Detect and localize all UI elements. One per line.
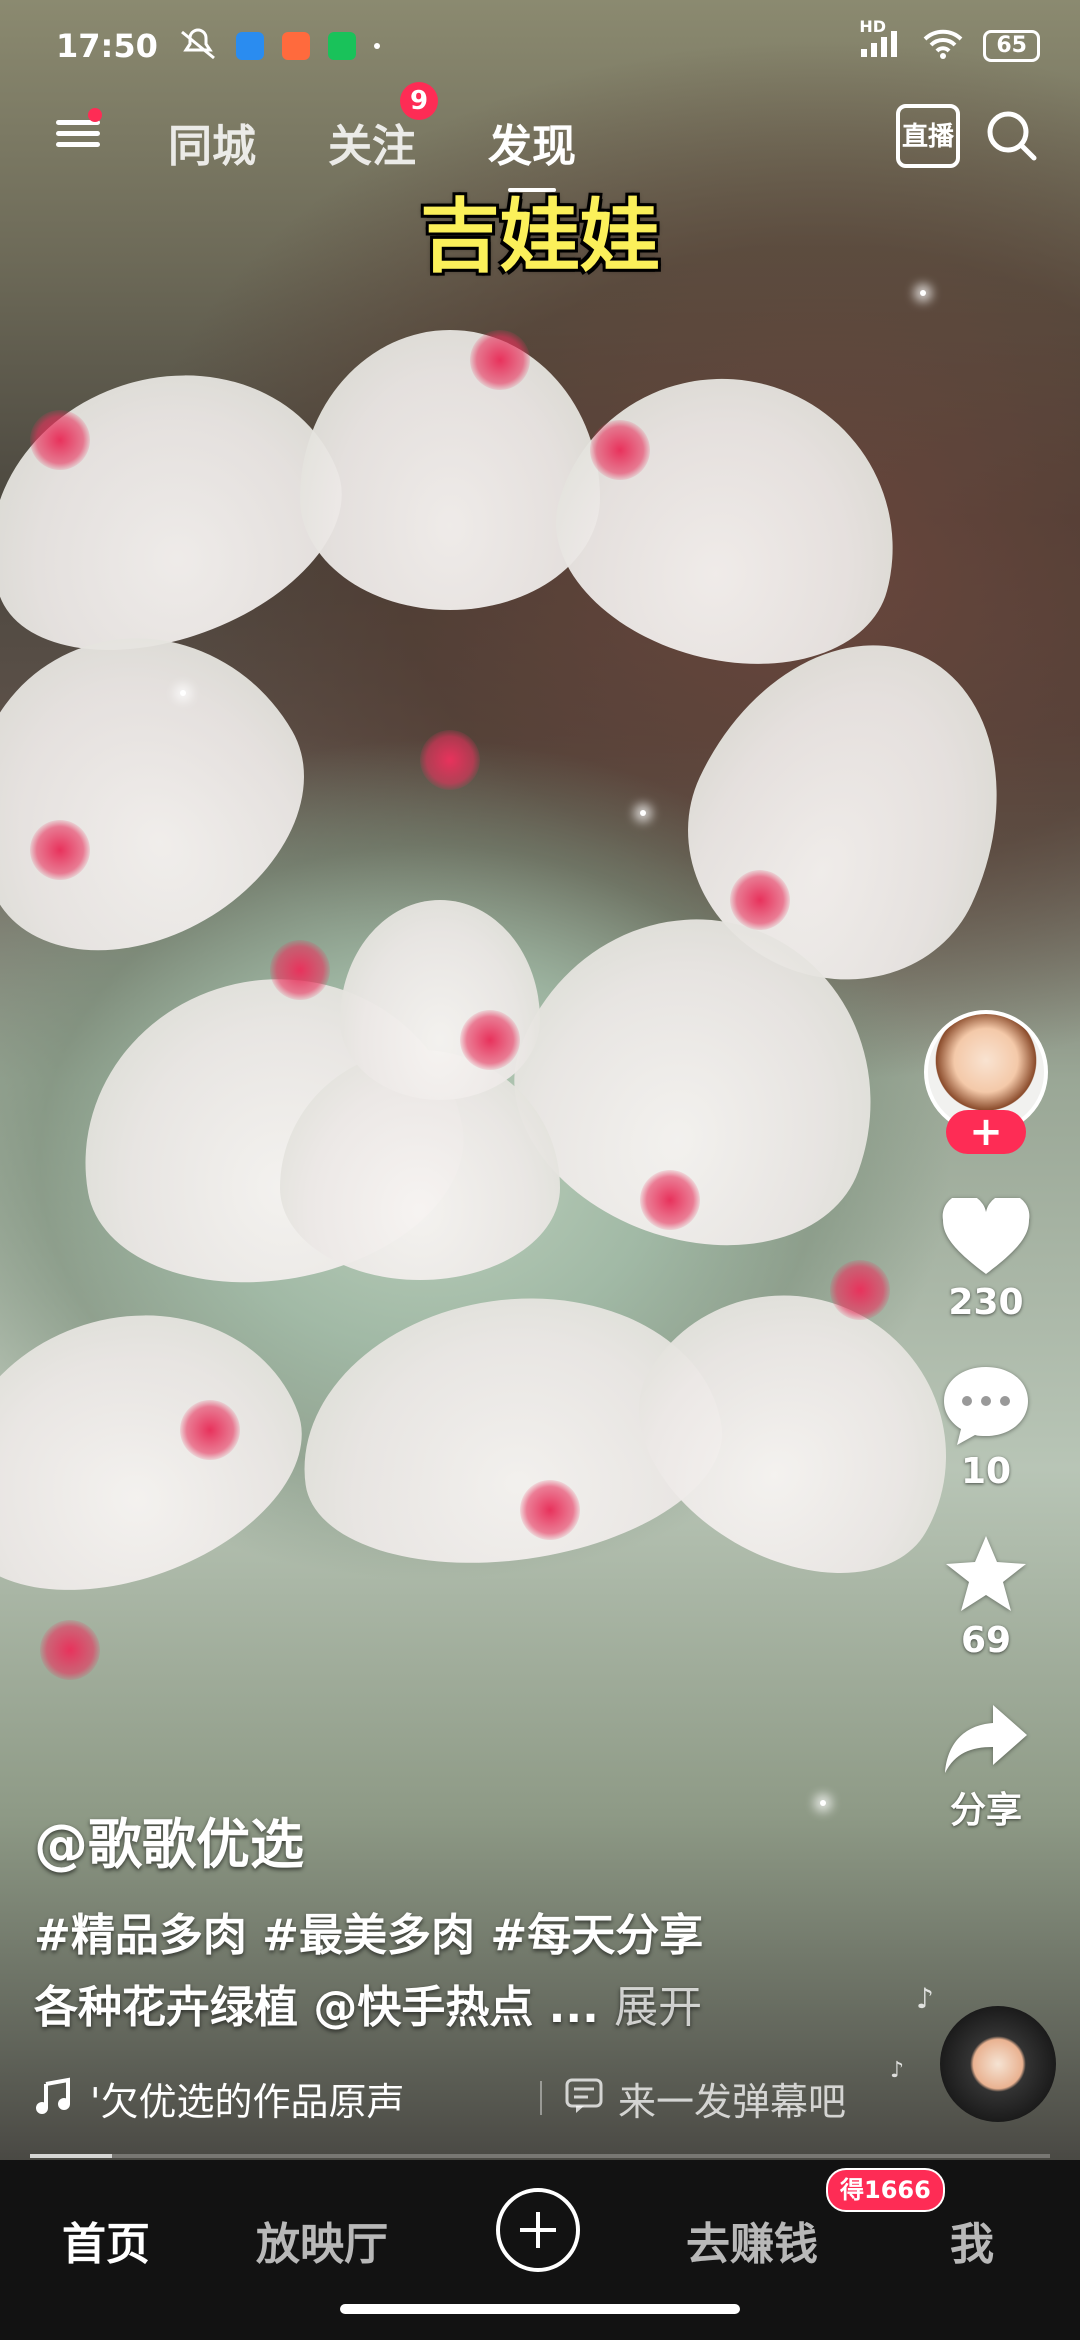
tab-nearby[interactable]: 同城 bbox=[168, 110, 256, 174]
music-divider bbox=[540, 2081, 542, 2115]
app-icon-orange bbox=[281, 32, 310, 60]
favorite-action[interactable]: 69 bbox=[916, 1532, 1056, 1661]
nav-home[interactable]: 首页 bbox=[62, 2208, 150, 2272]
wifi-icon bbox=[921, 27, 965, 65]
home-indicator[interactable] bbox=[340, 2304, 740, 2314]
nav-theater[interactable]: 放映厅 bbox=[256, 2208, 388, 2272]
star-icon bbox=[946, 1536, 1026, 1611]
music-row: '欠优选的作品原声 来一发弹幕吧 bbox=[34, 2066, 1014, 2130]
network-type-label: HD bbox=[859, 17, 887, 36]
music-note-icon bbox=[34, 2076, 74, 2120]
status-bar: 17:50 HD 65 bbox=[56, 17, 1040, 70]
music-title[interactable]: '欠优选的作品原声 bbox=[90, 2071, 510, 2126]
progress-fill bbox=[30, 2154, 112, 2158]
share-label: 分享 bbox=[949, 1790, 1022, 1831]
nav-me[interactable]: 我 bbox=[950, 2208, 994, 2272]
video-overlay-caption: 吉娃娃 bbox=[420, 190, 660, 283]
comment-count: 10 bbox=[960, 1451, 1012, 1492]
music-disc[interactable] bbox=[940, 2006, 1056, 2122]
video-progress-bar[interactable] bbox=[30, 2154, 1050, 2158]
share-action[interactable]: 分享 bbox=[916, 1701, 1056, 1833]
live-button[interactable]: 直播 bbox=[896, 104, 960, 168]
heart-icon bbox=[942, 1198, 1030, 1274]
following-badge: 9 bbox=[400, 82, 438, 120]
action-column: + 230 10 69 分享 bbox=[916, 1010, 1056, 1833]
top-nav: 同城 关注 9 发现 直播 bbox=[0, 82, 1080, 192]
like-count: 230 bbox=[948, 1282, 1024, 1323]
tab-following[interactable]: 关注 bbox=[328, 110, 416, 174]
status-icons-left bbox=[178, 28, 380, 64]
like-action[interactable]: 230 bbox=[916, 1198, 1056, 1323]
earn-badge: 得1666 bbox=[826, 2168, 945, 2212]
expand-link[interactable]: 展开 bbox=[614, 1982, 702, 2033]
search-icon[interactable] bbox=[984, 108, 1040, 164]
floating-note-icon: ♪ bbox=[916, 1982, 934, 2015]
description-line-1: #精品多肉 #最美多肉 #每天分享 bbox=[34, 1910, 704, 1961]
author-name[interactable]: @歌歌优选 bbox=[34, 1800, 304, 1879]
dot-icon bbox=[373, 43, 380, 49]
battery-icon: 65 bbox=[983, 30, 1040, 62]
app-icon-blue bbox=[235, 32, 264, 60]
menu-notification-dot bbox=[88, 108, 102, 122]
status-time: 17:50 bbox=[56, 27, 158, 65]
danmaku-icon bbox=[564, 2077, 604, 2119]
description-line-2: 各种花卉绿植 @快手热点 ... bbox=[34, 1982, 599, 2033]
favorite-count: 69 bbox=[960, 1620, 1012, 1661]
comment-action[interactable]: 10 bbox=[916, 1363, 1056, 1492]
danmaku-input[interactable]: 来一发弹幕吧 bbox=[618, 2071, 846, 2126]
app-icon-green bbox=[327, 32, 356, 60]
comment-icon bbox=[944, 1367, 1028, 1445]
nav-earn[interactable]: 去赚钱 bbox=[686, 2208, 818, 2272]
share-icon bbox=[945, 1705, 1027, 1773]
create-post-button[interactable] bbox=[496, 2188, 580, 2272]
tab-discover[interactable]: 发现 bbox=[488, 110, 576, 192]
post-description[interactable]: #精品多肉 #最美多肉 #每天分享 各种花卉绿植 @快手热点 ... 展开 bbox=[34, 1900, 814, 2044]
signal-icon: HD bbox=[859, 17, 903, 65]
status-icons-right: HD 65 bbox=[859, 17, 1040, 65]
floating-note-icon-small: ♪ bbox=[890, 2058, 905, 2083]
mute-icon bbox=[178, 28, 218, 64]
follow-button[interactable]: + bbox=[946, 1110, 1026, 1154]
